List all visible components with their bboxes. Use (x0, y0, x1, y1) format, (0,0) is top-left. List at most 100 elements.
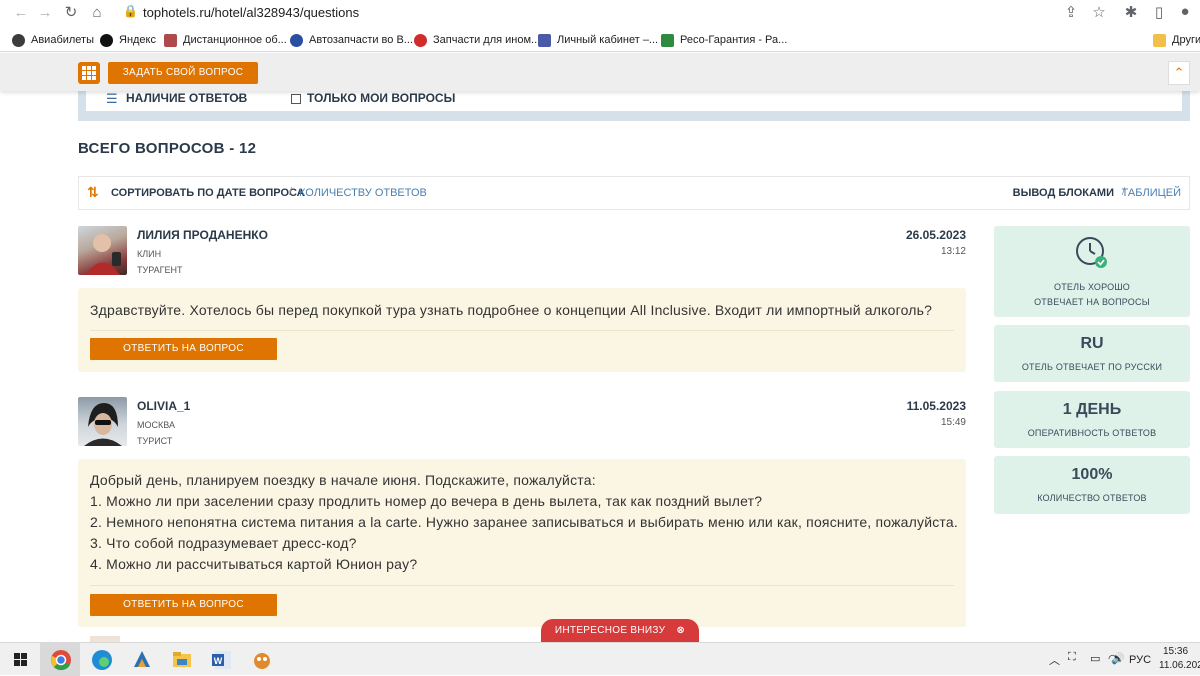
site-header: ЗАДАТЬ СВОЙ ВОПРОС ⌃ (0, 53, 1200, 91)
other-bookmarks[interactable]: Другие (1153, 32, 1200, 48)
battery-icon[interactable]: ▭ (1090, 652, 1100, 665)
bookmark-favicon-icon (100, 33, 113, 47)
answer-question-button[interactable]: ОТВЕТИТЬ НА ВОПРОС (90, 338, 277, 360)
author-name[interactable]: ЛИЛИЯ ПРОДАНЕНКО (137, 228, 268, 242)
clock-date[interactable]: 11.06.202 (1159, 660, 1200, 671)
author-role: ТУРАГЕНТ (137, 265, 183, 275)
bookmark-favicon-icon (661, 33, 674, 47)
question-line: 1. Можно ли при заселении сразу продлить… (90, 493, 763, 509)
stat-language: RU ОТЕЛЬ ОТВЕЧАЕТ ПО РУССКИ (994, 325, 1190, 382)
stat-label: ОТЕЛЬ ХОРОШО (1054, 282, 1130, 292)
question-date: 26.05.2023 (905, 228, 966, 242)
scroll-up-chevron-icon[interactable]: ⌃ (1168, 61, 1190, 85)
bookmark-item[interactable]: Ресо-Гарантия - Ра... (661, 32, 787, 48)
filter-answers-dropdown[interactable]: НАЛИЧИЕ ОТВЕТОВ (126, 91, 247, 105)
answer-question-button[interactable]: ОТВЕТИТЬ НА ВОПРОС (90, 594, 277, 616)
reload-icon[interactable]: ↻ (62, 4, 80, 22)
question-date: 11.05.2023 (906, 399, 966, 413)
home-icon[interactable]: ⌂ (88, 4, 106, 22)
menu-grid-icon[interactable] (78, 62, 100, 84)
clock-icon (1076, 237, 1107, 268)
stat-label: ОТВЕЧАЕТ НА ВОПРОСЫ (1034, 297, 1150, 307)
filter-sliders-icon[interactable]: ☰ (106, 91, 118, 107)
bookmark-favicon-icon (12, 33, 25, 47)
extensions-icon[interactable]: ✱ (1122, 3, 1140, 21)
bookmark-favicon-icon (414, 33, 427, 47)
question-time: 13:12 (940, 246, 966, 257)
chevron-down-icon[interactable]: ⌄ (234, 91, 242, 102)
view-blocks[interactable]: ВЫВОД БЛОКАМИ (1013, 187, 1114, 199)
question-line: Добрый день, планируем поездку в начале … (90, 472, 596, 488)
stat-answers-well: ОТЕЛЬ ХОРОШО ОТВЕЧАЕТ НА ВОПРОСЫ (994, 226, 1190, 317)
forward-arrow-icon[interactable]: → (36, 4, 54, 22)
filter-panel: ☰ НАЛИЧИЕ ОТВЕТОВ ⌄ ТОЛЬКО МОИ ВОПРОСЫ (86, 91, 1182, 111)
close-icon[interactable]: ⊗ (676, 625, 685, 636)
view-table-link[interactable]: ТАБЛИЦЕЙ (1122, 187, 1181, 199)
bookmark-item[interactable]: Авиабилеты (12, 32, 94, 48)
app-icon[interactable] (249, 647, 275, 671)
chrome-icon[interactable] (48, 647, 74, 671)
star-icon[interactable]: ☆ (1090, 3, 1108, 21)
profile-icon[interactable]: ● (1176, 3, 1194, 20)
only-my-questions-label[interactable]: ТОЛЬКО МОИ ВОПРОСЫ (307, 91, 455, 105)
avatar-photo (86, 234, 121, 275)
bookmark-item[interactable]: Личный кабинет –... (538, 32, 658, 48)
stat-value: 100% (1071, 466, 1113, 483)
bookmarks-bar: Авиабилеты Яндекс Дистанционное об... Ав… (0, 29, 1200, 51)
app-icon[interactable] (129, 647, 155, 671)
ask-question-button[interactable]: ЗАДАТЬ СВОЙ ВОПРОС (108, 62, 258, 84)
divider (90, 330, 954, 331)
svg-text:W: W (214, 656, 223, 666)
sort-by-date[interactable]: СОРТИРОВАТЬ ПО ДАТЕ ВОПРОСА (111, 187, 305, 199)
word-icon[interactable]: W (209, 647, 235, 671)
author-city: МОСКВА (137, 420, 175, 430)
bookmark-favicon-icon (164, 33, 177, 47)
volume-icon[interactable]: 🔊 (1111, 652, 1125, 665)
bookmark-favicon-icon (290, 33, 303, 47)
tray-chevron-up-icon[interactable]: ︿ (1049, 652, 1060, 668)
filter-bar: ☰ НАЛИЧИЕ ОТВЕТОВ ⌄ ТОЛЬКО МОИ ВОПРОСЫ (78, 91, 1190, 121)
author-name[interactable]: OLIVIA_1 (137, 399, 190, 413)
input-language[interactable]: РУС (1129, 654, 1151, 666)
sort-by-answers-link[interactable]: КОЛИЧЕСТВУ ОТВЕТОВ (299, 187, 427, 199)
avatar[interactable] (78, 397, 127, 446)
only-my-questions-checkbox[interactable] (291, 94, 301, 104)
sort-icon: ⇅ (87, 184, 99, 200)
clock-time[interactable]: 15:36 (1163, 646, 1188, 657)
address-bar[interactable]: tophotels.ru/hotel/al328943/questions (143, 5, 359, 20)
question-text: Здравствуйте. Хотелось бы перед покупкой… (90, 302, 933, 318)
stat-value: RU (1080, 335, 1104, 352)
question-line: 3. Что собой подразумевает дресс-код? (90, 535, 357, 551)
edge-icon[interactable] (89, 647, 115, 671)
stat-value: 1 ДЕНЬ (1062, 401, 1122, 418)
browser-chrome: ← → ↻ ⌂ 🔒 tophotels.ru/hotel/al328943/qu… (0, 0, 1200, 52)
bookmark-item[interactable]: Яндекс (100, 32, 156, 48)
sort-bar: ⇅ СОРТИРОВАТЬ ПО ДАТЕ ВОПРОСА / КОЛИЧЕСТ… (78, 176, 1190, 210)
question-time: 15:49 (940, 417, 966, 428)
bookmark-favicon-icon (538, 33, 551, 47)
windows-start-icon[interactable] (10, 647, 36, 671)
back-arrow-icon[interactable]: ← (12, 4, 30, 22)
stat-label: ОТЕЛЬ ОТВЕЧАЕТ ПО РУССКИ (1021, 362, 1163, 372)
interesting-below-banner[interactable]: ИНТЕРЕСНОЕ ВНИЗУ ⊗ (541, 619, 699, 643)
total-questions-heading: ВСЕГО ВОПРОСОВ - 12 (78, 140, 257, 157)
folder-icon (1153, 33, 1166, 47)
reading-list-icon[interactable]: ▯ (1150, 3, 1168, 21)
sort-separator: / (289, 186, 293, 198)
stat-answer-count: 100% КОЛИЧЕСТВО ОТВЕТОВ (994, 456, 1190, 514)
question-bubble: Добрый день, планируем поездку в начале … (78, 459, 966, 627)
question-line: 2. Немного непонятна система питания a l… (90, 514, 958, 530)
question-text: Добрый день, планируем поездку в начале … (90, 470, 958, 575)
stat-response-speed: 1 ДЕНЬ ОПЕРАТИВНОСТЬ ОТВЕТОВ (994, 391, 1190, 448)
bookmark-item[interactable]: Запчасти для ином... (414, 32, 540, 48)
bookmark-item[interactable]: Автозапчасти во В... (290, 32, 413, 48)
author-city: КЛИН (137, 249, 162, 259)
lock-icon[interactable]: 🔒 (123, 4, 138, 18)
file-explorer-icon[interactable] (169, 647, 195, 671)
avatar[interactable] (78, 226, 127, 275)
avatar-photo (84, 403, 122, 446)
share-icon[interactable]: ⇪ (1062, 3, 1080, 21)
question-line: 4. Можно ли рассчитываться картой Юнион … (90, 556, 418, 572)
bookmark-item[interactable]: Дистанционное об... (164, 32, 287, 48)
network-icon[interactable]: ⛶ (1068, 651, 1076, 664)
